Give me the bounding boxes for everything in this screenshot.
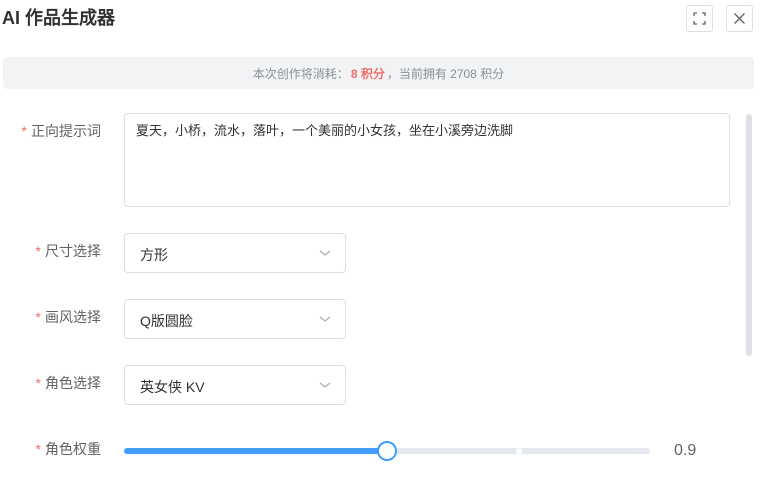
weight-label-text: 角色权重: [45, 441, 101, 457]
notice-cost: 8 积分: [350, 66, 385, 81]
close-button[interactable]: [726, 5, 753, 32]
required-mark: *: [35, 441, 41, 457]
weight-slider-stop: [516, 448, 522, 454]
size-label: * 尺寸选择: [36, 241, 101, 261]
required-mark: *: [35, 309, 41, 325]
required-mark: *: [35, 375, 41, 391]
weight-label: * 角色权重: [36, 439, 101, 459]
chevron-down-icon: [319, 250, 331, 256]
fullscreen-button[interactable]: [686, 5, 713, 32]
style-label: * 画风选择: [36, 307, 101, 327]
weight-slider[interactable]: [124, 441, 650, 461]
character-label: * 角色选择: [36, 373, 101, 393]
required-mark: *: [35, 243, 41, 259]
weight-slider-thumb[interactable]: [377, 441, 397, 461]
fullscreen-icon: [693, 12, 706, 25]
character-select[interactable]: 英女侠 KV: [124, 365, 346, 405]
style-label-text: 画风选择: [45, 309, 101, 325]
character-label-text: 角色选择: [45, 375, 101, 391]
size-select[interactable]: 方形: [124, 233, 346, 273]
style-select[interactable]: Q版圆脸: [124, 299, 346, 339]
notice-prefix: 本次创作将消耗：: [252, 66, 349, 81]
close-icon: [734, 13, 745, 24]
chevron-down-icon: [319, 382, 331, 388]
chevron-down-icon: [319, 316, 331, 322]
character-select-value: 英女侠 KV: [140, 379, 205, 395]
prompt-textarea[interactable]: [124, 113, 730, 207]
notice-suffix: ，当前拥有 2708 积分: [386, 66, 505, 81]
points-notice: 本次创作将消耗： 8 积分 ，当前拥有 2708 积分: [3, 57, 754, 89]
weight-slider-bar: [124, 448, 387, 454]
prompt-label: * 正向提示词: [22, 121, 101, 141]
weight-value: 0.9: [674, 442, 697, 459]
size-select-value: 方形: [140, 247, 168, 263]
dialog-title: AI 作品生成器: [2, 8, 116, 28]
scrollbar[interactable]: [746, 114, 752, 356]
style-select-value: Q版圆脸: [140, 313, 193, 329]
required-mark: *: [21, 123, 27, 139]
prompt-label-text: 正向提示词: [31, 123, 101, 139]
size-label-text: 尺寸选择: [45, 243, 101, 259]
